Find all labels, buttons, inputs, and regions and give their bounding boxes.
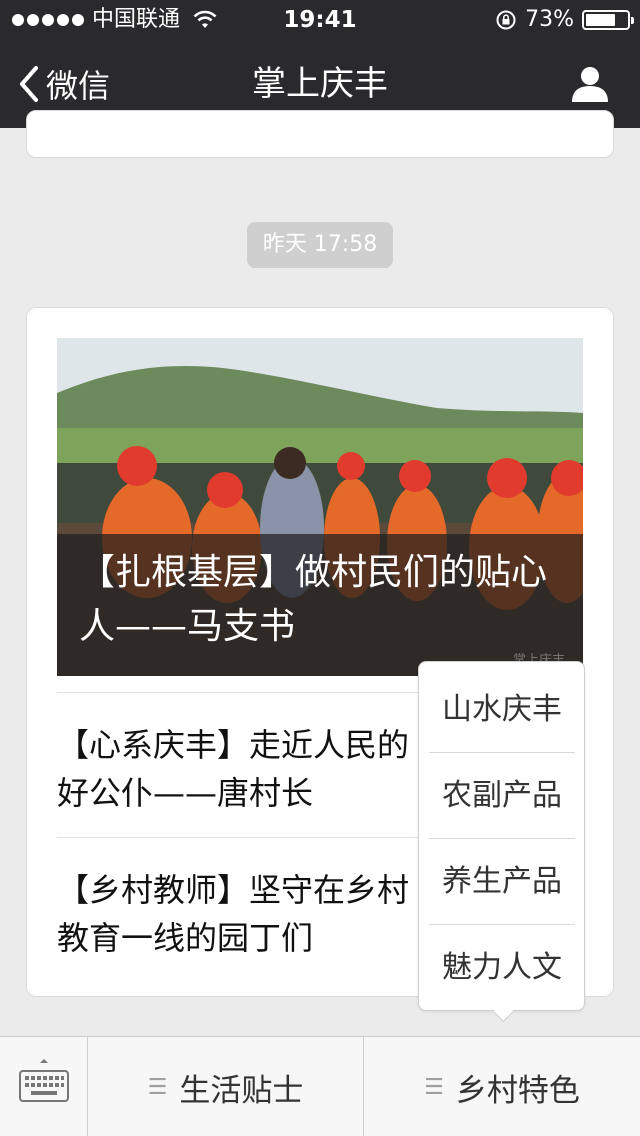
menu-icon: ☰ xyxy=(424,1074,444,1100)
menu-tab-life-tips[interactable]: ☰ 生活贴士 xyxy=(88,1037,364,1136)
article-title: 【乡村教师】坚守在乡村教育一线的园丁们 xyxy=(57,871,410,957)
battery-percent: 73% xyxy=(525,7,574,32)
rotation-lock-icon xyxy=(496,10,516,30)
keyboard-toggle-button[interactable] xyxy=(0,1037,88,1136)
message-timestamp: 昨天 17:58 xyxy=(247,222,393,268)
bottom-menu-bar: ☰ 生活贴士 ☰ 乡村特色 xyxy=(0,1036,640,1136)
menu-item-farm-products[interactable]: 农副产品 xyxy=(429,753,575,839)
menu-item-health-products[interactable]: 养生产品 xyxy=(429,839,575,925)
submenu-popup: 山水庆丰 农副产品 养生产品 魅力人文 xyxy=(418,661,585,1011)
menu-tab-label: 乡村特色 xyxy=(455,1072,580,1109)
menu-tab-village-features[interactable]: ☰ 乡村特色 xyxy=(364,1037,640,1136)
cover-article[interactable]: 【扎根基层】做村民们的贴心人——马支书 掌上庆丰 xyxy=(57,338,583,676)
menu-icon: ☰ xyxy=(147,1074,168,1100)
status-bar: 中国联通 19:41 73% xyxy=(0,0,640,40)
previous-message-card[interactable] xyxy=(26,110,614,158)
profile-icon[interactable] xyxy=(570,64,610,104)
battery-icon xyxy=(582,10,634,30)
menu-item-culture[interactable]: 魅力人文 xyxy=(429,925,575,1011)
article-title: 【心系庆丰】走近人民的好公仆——唐村长 xyxy=(57,726,410,812)
menu-item-shanshui[interactable]: 山水庆丰 xyxy=(429,667,575,753)
keyboard-icon xyxy=(19,1059,69,1102)
menu-tab-label: 生活贴士 xyxy=(179,1072,304,1109)
top-bar: 中国联通 19:41 73% 微信 掌上庆丰 xyxy=(0,0,640,128)
cover-article-title: 【扎根基层】做村民们的贴心人——马支书 xyxy=(79,552,548,647)
